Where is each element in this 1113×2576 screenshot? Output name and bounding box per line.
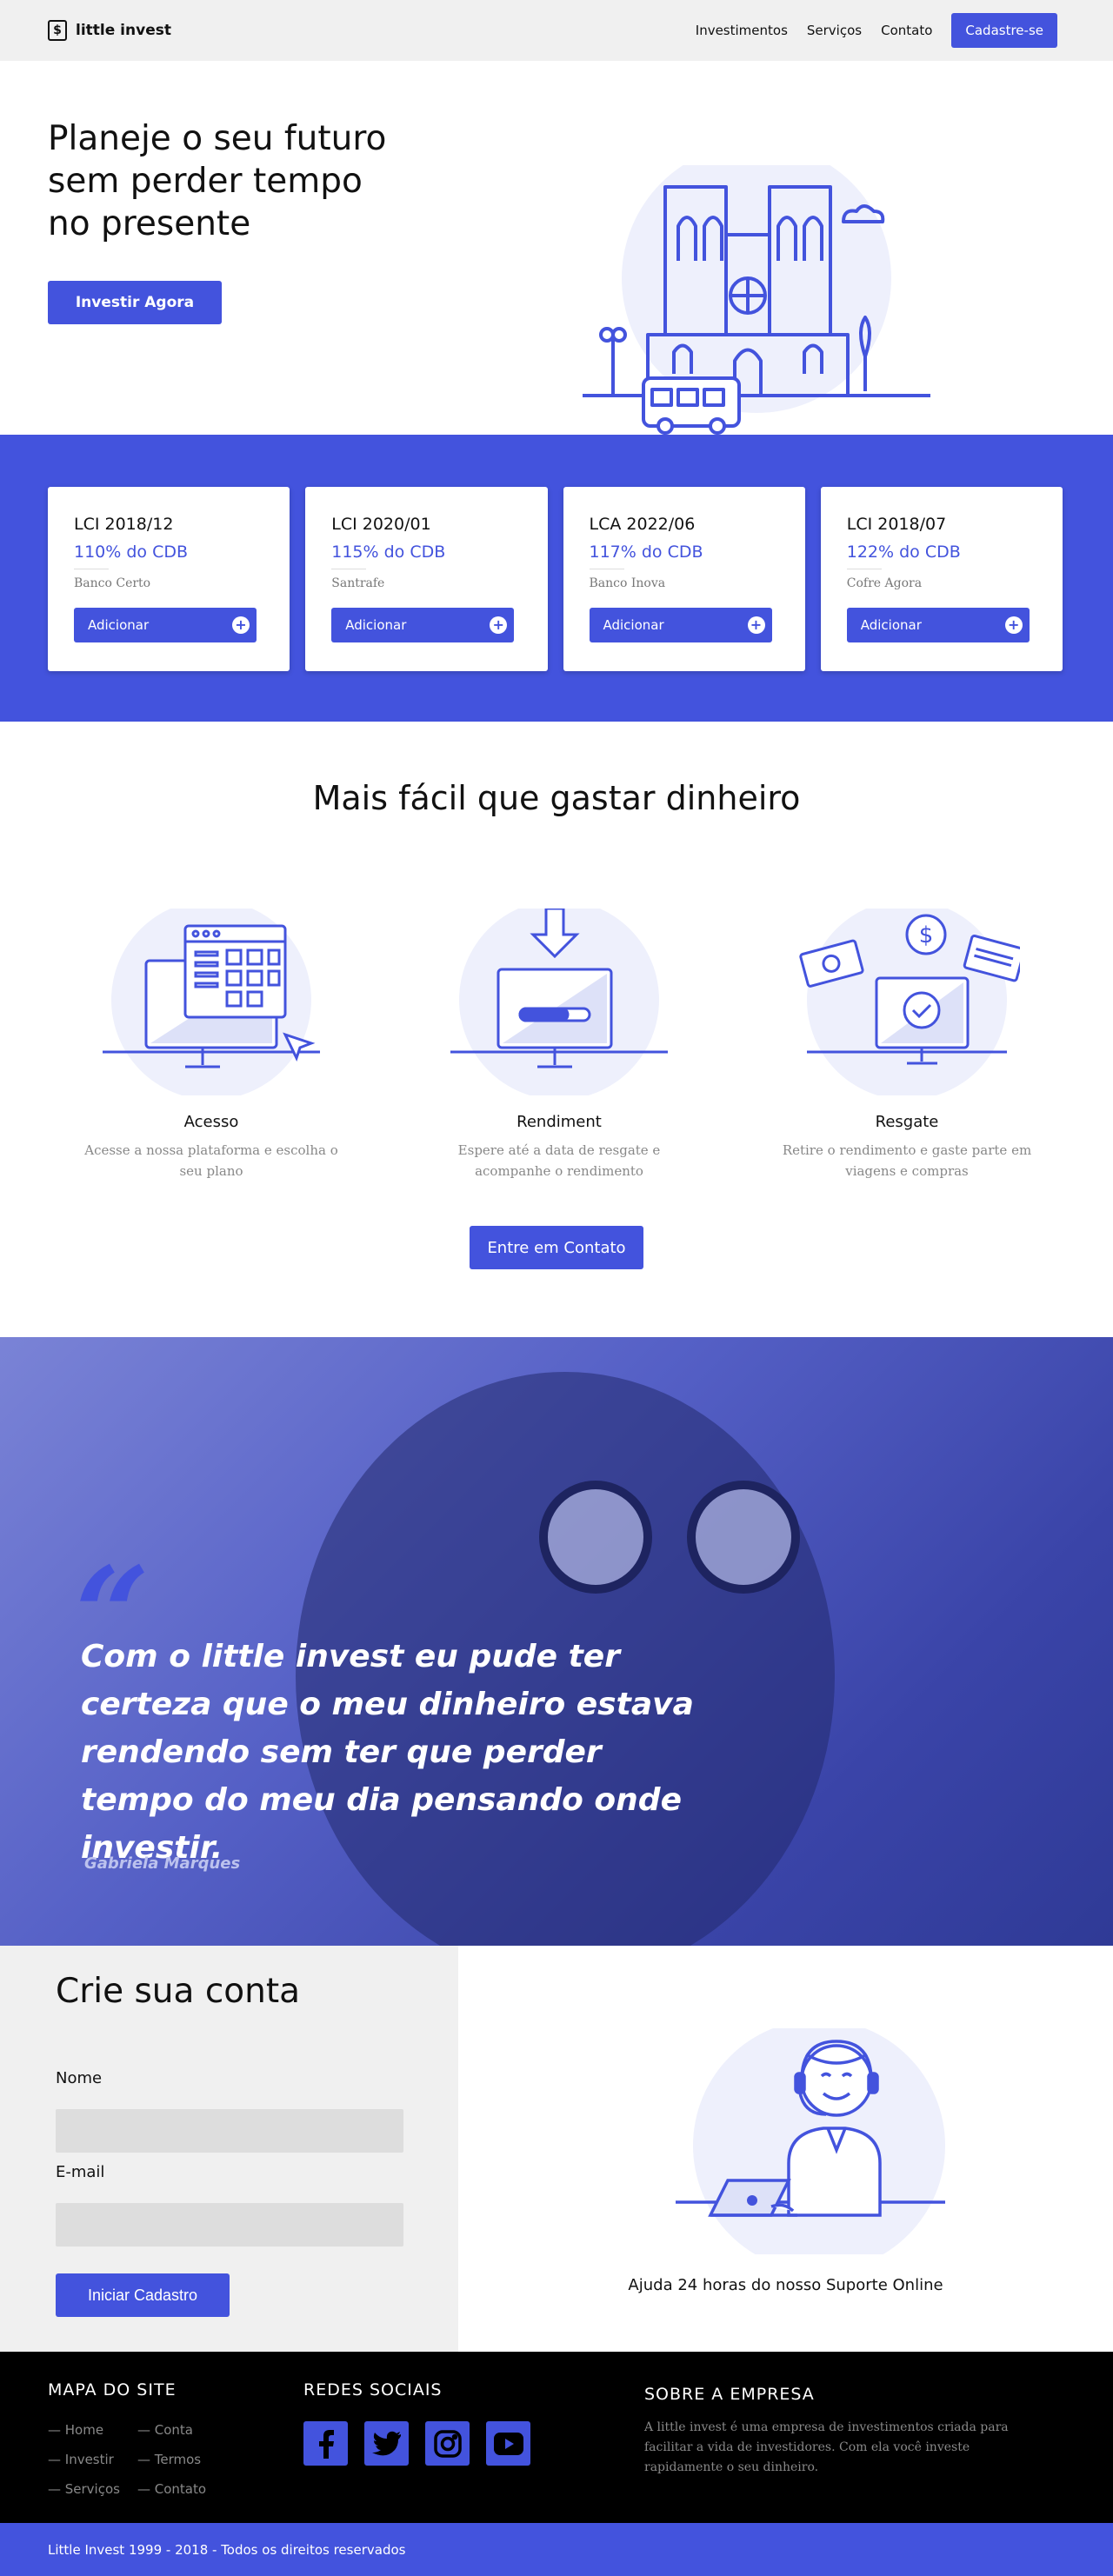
support-panel: Ajuda 24 horas do nosso Suporte Online [458, 1946, 1113, 2352]
instagram-icon[interactable] [425, 2421, 470, 2466]
feature-title: Resgate [875, 1113, 939, 1131]
add-offer-button[interactable]: Adicionar + [589, 608, 772, 642]
footer-link-contato[interactable]: — Contato [137, 2480, 206, 2510]
offer-bank: Banco Inova [589, 576, 666, 590]
plus-circle-icon: + [1004, 616, 1023, 634]
add-label: Adicionar [860, 617, 922, 633]
plus-circle-icon: + [747, 616, 765, 634]
sitemap-title: MAPA DO SITE [48, 2380, 177, 2400]
add-offer-button[interactable]: Adicionar + [846, 608, 1030, 642]
signup-nav-button[interactable]: Cadastre-se [951, 13, 1057, 48]
email-field[interactable] [56, 2203, 403, 2247]
footer-link-conta[interactable]: — Conta [137, 2421, 206, 2451]
site-header: $ little invest Investimentos Serviços C… [0, 0, 1113, 61]
name-label: Nome [56, 2069, 103, 2087]
offer-title: LCA 2022/06 [589, 515, 696, 534]
offer-card: LCI 2020/01 115% do CDB Santrafe Adicion… [305, 487, 548, 671]
add-label: Adicionar [603, 617, 664, 633]
social-links [303, 2421, 530, 2466]
plus-circle-icon: + [232, 616, 250, 634]
dollar-icon: $ [48, 20, 67, 41]
support-text: Ajuda 24 horas do nosso Suporte Online [628, 2276, 943, 2294]
feature-resgate: $ Resgate Retire o rendimento e gaste pa… [776, 909, 1037, 1181]
offer-rate: 122% do CDB [846, 542, 961, 562]
name-field[interactable] [56, 2109, 403, 2153]
offer-title: LCI 2018/12 [74, 515, 174, 534]
footer-link-investir[interactable]: — Investir [48, 2451, 120, 2480]
offer-card: LCI 2018/12 110% do CDB Banco Certo Adic… [48, 487, 290, 671]
feature-title: Acesso [183, 1113, 239, 1131]
add-label: Adicionar [88, 617, 150, 633]
sitemap-column: — Conta — Termos — Contato [137, 2421, 206, 2510]
logo[interactable]: $ little invest [48, 20, 171, 41]
footer-link-termos[interactable]: — Termos [137, 2451, 206, 2480]
youtube-icon[interactable] [486, 2421, 530, 2466]
computer-dashboard-icon [103, 909, 320, 1095]
sitemap-column: — Home — Investir — Serviços [48, 2421, 120, 2510]
features-section: Mais fácil que gastar dinheiro Acesso Ac… [0, 722, 1113, 1337]
nav-contato[interactable]: Contato [881, 23, 932, 38]
offer-bank: Santrafe [331, 576, 385, 590]
twitter-icon[interactable] [364, 2421, 409, 2466]
feature-desc: Espere até a data de resgate e acompanhe… [457, 1142, 661, 1179]
support-agent-illustration [676, 2028, 945, 2254]
add-offer-button[interactable]: Adicionar + [331, 608, 515, 642]
nav-investimentos[interactable]: Investimentos [696, 23, 788, 38]
svg-text:$: $ [919, 922, 934, 949]
social-title: REDES SOCIAIS [303, 2380, 443, 2400]
brand-name: little invest [76, 22, 171, 39]
plus-circle-icon: + [490, 616, 508, 634]
about-text: A little invest é uma empresa de investi… [644, 2420, 1009, 2474]
offer-rate: 110% do CDB [74, 542, 189, 562]
feature-acesso: Acesso Acesse a nossa plataforma e escol… [81, 909, 342, 1181]
testimonial-section: “ Com o little invest eu pude ter certez… [0, 1337, 1113, 1946]
nav-servicos[interactable]: Serviços [807, 23, 862, 38]
features-title: Mais fácil que gastar dinheiro [312, 779, 801, 817]
cathedral-bus-illustration [583, 165, 930, 435]
feature-title: Rendiment [517, 1113, 602, 1131]
offer-rate: 117% do CDB [589, 542, 703, 562]
site-footer: MAPA DO SITE — Home — Investir — Serviço… [0, 2352, 1113, 2523]
offer-rate: 115% do CDB [331, 542, 446, 562]
computer-money-icon: $ [799, 909, 1020, 1095]
add-offer-button[interactable]: Adicionar + [74, 608, 257, 642]
email-label: E-mail [56, 2163, 105, 2181]
offer-bank: Cofre Agora [846, 576, 923, 590]
offer-bank: Banco Certo [74, 576, 151, 590]
signup-title: Crie sua conta [56, 1972, 301, 2011]
testimonial-author: Gabriela Marques [84, 1854, 241, 1873]
invest-now-button[interactable]: Investir Agora [48, 281, 222, 324]
footer-link-servicos[interactable]: — Serviços [48, 2480, 120, 2510]
about-title: SOBRE A EMPRESA [644, 2385, 815, 2404]
facebook-icon[interactable] [303, 2421, 348, 2466]
signup-section: Crie sua conta Nome E-mail Iniciar Cadas… [0, 1946, 1113, 2352]
start-signup-button[interactable]: Iniciar Cadastro [56, 2273, 230, 2317]
offer-title: LCI 2020/01 [331, 515, 431, 534]
offer-card: LCI 2018/07 122% do CDB Cofre Agora Adic… [820, 487, 1063, 671]
feature-desc: Retire o rendimento e gaste parte em via… [782, 1142, 1032, 1179]
footer-link-home[interactable]: — Home [48, 2421, 120, 2451]
main-nav: Investimentos Serviços Contato Cadastre-… [696, 13, 1057, 48]
copyright-bar: Little Invest 1999 - 2018 - Todos os dir… [0, 2523, 1113, 2576]
sunglasses-lens [539, 1481, 652, 1594]
hero: Planeje o seu futuro sem perder tempo no… [0, 61, 1113, 435]
copyright-text: Little Invest 1999 - 2018 - Todos os dir… [48, 2541, 406, 2558]
offers-section: LCI 2018/12 110% do CDB Banco Certo Adic… [0, 435, 1113, 722]
computer-download-icon [450, 909, 668, 1095]
contact-button[interactable]: Entre em Contato [470, 1226, 643, 1269]
feature-rendimento: Rendiment Espere até a data de resgate e… [429, 909, 690, 1181]
hero-title: Planeje o seu futuro sem perder tempo no… [48, 119, 387, 243]
sunglasses-lens [687, 1481, 800, 1594]
testimonial-quote: Com o little invest eu pude ter certeza … [81, 1639, 694, 1866]
add-label: Adicionar [345, 617, 407, 633]
feature-desc: Acesse a nossa plataforma e escolha o se… [84, 1142, 338, 1179]
signup-form: Crie sua conta Nome E-mail Iniciar Cadas… [0, 1946, 458, 2352]
offer-card: LCA 2022/06 117% do CDB Banco Inova Adic… [563, 487, 805, 671]
offer-title: LCI 2018/07 [846, 515, 947, 534]
